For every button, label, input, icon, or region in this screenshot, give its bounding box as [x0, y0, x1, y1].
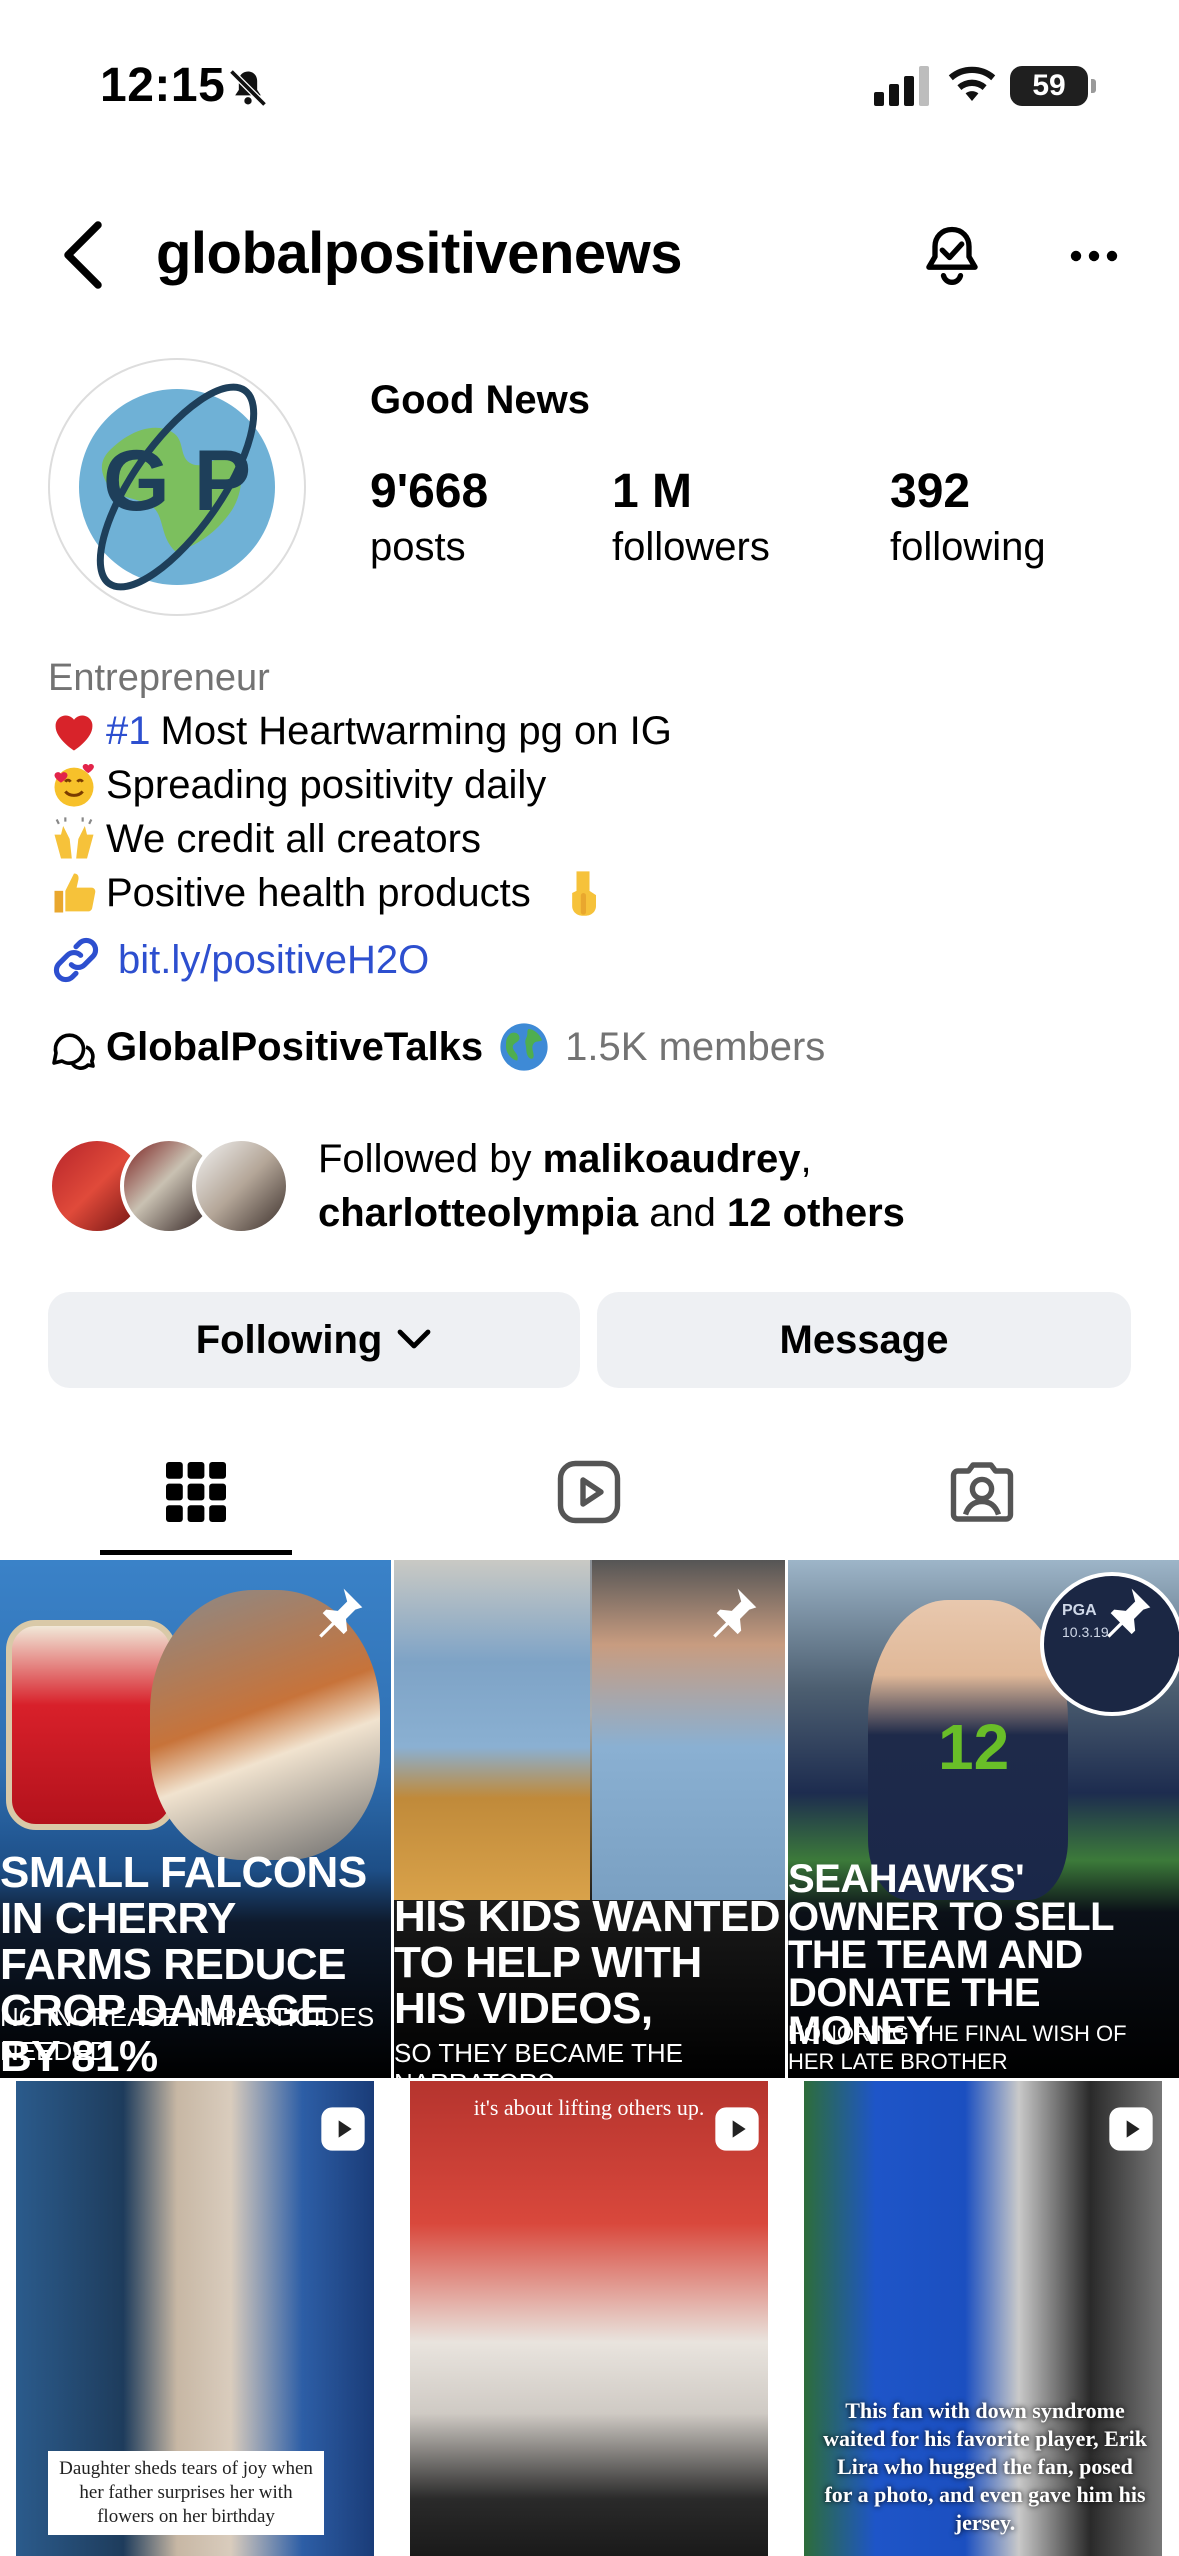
red-heart-icon — [55, 715, 93, 751]
follower-avatar — [192, 1137, 290, 1235]
followed-by-text: Followed by malikoaudrey, charlotteolymp… — [318, 1132, 905, 1240]
reel-caption: Daughter sheds tears of joy when her fat… — [48, 2451, 324, 2535]
status-time: 12:15 — [100, 59, 226, 112]
bio-line: #1 Most Heartwarming pg on IG — [48, 704, 1148, 758]
post-subheadline: SO THEY BECAME THE NARRATORS — [394, 2038, 683, 2078]
grid-icon[interactable] — [160, 1456, 232, 1528]
bio-text: We credit all creators — [106, 817, 481, 861]
inset-badge: PGA — [1062, 1602, 1097, 1619]
pin-icon — [713, 1588, 757, 1638]
stat-followers-label: followers — [612, 525, 770, 569]
bio-line: Spreading positivity daily — [48, 758, 1148, 812]
follower-username[interactable]: malikoaudrey — [543, 1137, 801, 1181]
profile-header: globalpositivenews — [0, 200, 1179, 310]
profile-category: Entrepreneur — [48, 657, 270, 699]
chevron-down-icon — [397, 1329, 431, 1349]
post-thumbnail[interactable]: SMALL FALCONS IN CHERRY FARMS REDUCE CRO… — [0, 1560, 391, 2078]
reel-play-icon — [1109, 2107, 1153, 2151]
followed-separator: , — [800, 1137, 812, 1181]
notification-bell-icon[interactable] — [918, 220, 986, 290]
post-headline: HIS KIDS WANTED TO HELP WITH HIS VIDEOS, — [394, 1892, 781, 2033]
post-subheadline: HONORING THE FINAL WISH OF HER LATE BROT… — [788, 2021, 1127, 2074]
community-name: GlobalPositiveTalks — [106, 1024, 484, 1069]
reel-caption: This fan with down syndrome waited for h… — [823, 2398, 1147, 2535]
followed-prefix: Followed by — [318, 1137, 543, 1181]
followed-and: and — [638, 1191, 728, 1235]
pin-icon — [1107, 1588, 1151, 1638]
pin-icon — [319, 1588, 363, 1638]
bio-text: Spreading positivity daily — [106, 763, 547, 807]
bio-line: Positive health products — [48, 866, 1148, 920]
chat-bubbles-icon — [52, 1033, 95, 1070]
post-thumbnail[interactable]: Daughter sheds tears of joy when her fat… — [0, 2081, 391, 2556]
community-channel[interactable]: GlobalPositiveTalks 1.5K members — [48, 1020, 825, 1074]
followed-by[interactable]: Followed by malikoaudrey, charlotteolymp… — [48, 1132, 905, 1240]
community-members: 1.5K members — [565, 1024, 826, 1069]
following-button[interactable]: Following — [48, 1292, 580, 1388]
profile-tabs — [0, 1440, 1179, 1560]
bell-off-icon — [229, 69, 267, 107]
stat-following-value: 392 — [890, 465, 971, 518]
back-arrow-icon[interactable] — [58, 220, 108, 290]
reels-icon[interactable] — [553, 1456, 625, 1528]
globe-icon — [500, 1023, 548, 1071]
battery-indicator: 59 — [1010, 66, 1096, 106]
bio-text: Most Heartwarming pg on IG — [160, 709, 672, 753]
link-icon — [53, 937, 99, 983]
message-button[interactable]: Message — [597, 1292, 1131, 1388]
stat-followers-value: 1 M — [612, 465, 693, 518]
stat-followers[interactable]: 1 M followers — [612, 462, 770, 572]
stat-following[interactable]: 392 following — [890, 462, 1046, 572]
follower-username[interactable]: charlotteolympia — [318, 1191, 638, 1235]
stat-following-label: following — [890, 525, 1046, 569]
raising-hands-icon — [54, 817, 94, 859]
stat-posts-label: posts — [370, 525, 466, 569]
bio-line: We credit all creators — [48, 812, 1148, 866]
post-subheadline: NO INCREASE IN PESTICIDES NEEDED — [0, 2002, 375, 2066]
profile-username: globalpositivenews — [156, 221, 683, 286]
bio-link[interactable]: bit.ly/positiveH2O — [48, 932, 1148, 988]
post-thumbnail[interactable]: HIS KIDS WANTED TO HELP WITH HIS VIDEOS,… — [394, 1560, 785, 2078]
profile-avatar[interactable]: G P — [48, 358, 306, 616]
logo-text: G P — [103, 433, 251, 529]
chef-image — [394, 1560, 590, 1900]
following-button-label: Following — [195, 1317, 383, 1362]
followed-others[interactable]: 12 others — [727, 1191, 905, 1235]
jersey-number: 12 — [938, 1711, 1010, 1783]
post-thumbnail[interactable]: it's about lifting others up. — [394, 2081, 785, 2556]
more-options-icon[interactable] — [1066, 228, 1122, 284]
stat-posts[interactable]: 9'668 posts — [370, 462, 488, 572]
post-thumbnail[interactable]: 12 PGA 10.3.19 SEAHAWKS' OWNER TO SELL T… — [788, 1560, 1179, 2078]
post-thumbnail[interactable]: This fan with down syndrome waited for h… — [788, 2081, 1179, 2556]
thumbs-up-icon — [54, 873, 96, 913]
reel-play-icon — [715, 2107, 759, 2151]
tagged-icon[interactable] — [946, 1456, 1018, 1528]
bio-text: Positive health products — [106, 871, 531, 915]
status-bar: 12:15 59 — [0, 0, 1179, 170]
active-tab-indicator — [100, 1550, 292, 1555]
message-button-label: Message — [779, 1317, 949, 1362]
display-name: Good News — [370, 378, 591, 422]
wifi-icon — [948, 66, 996, 101]
pointing-down-icon — [571, 871, 596, 916]
reel-play-icon — [321, 2107, 365, 2151]
hashtag-link[interactable]: #1 — [106, 704, 151, 758]
smiling-face-with-hearts-icon — [54, 763, 94, 807]
stat-posts-value: 9'668 — [370, 465, 489, 518]
signal-icon — [874, 66, 929, 106]
profile-bio: Entrepreneur #1 Most Heartwarming pg on … — [48, 652, 1148, 988]
globe-logo-icon: G P — [79, 383, 275, 591]
bio-link-text[interactable]: bit.ly/positiveH2O — [118, 938, 429, 983]
